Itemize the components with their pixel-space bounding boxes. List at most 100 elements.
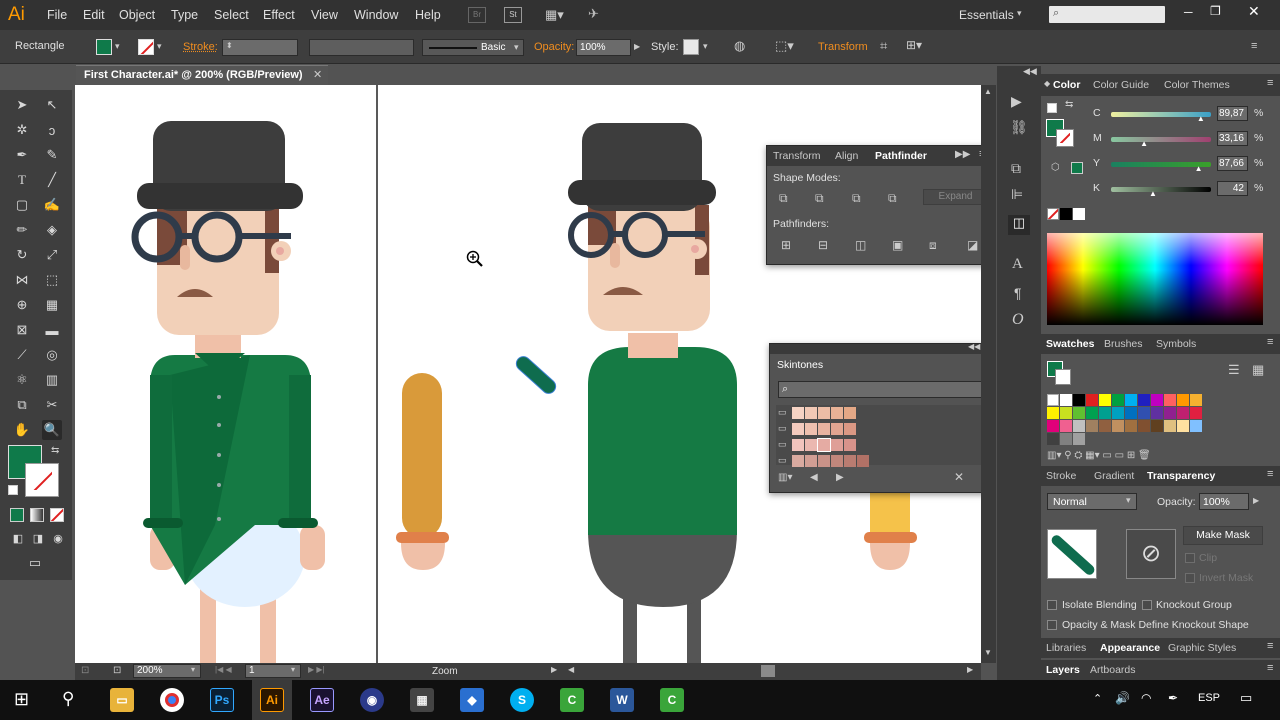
none-mode-icon[interactable] [50, 508, 64, 522]
outline-icon[interactable]: ⧈ [929, 238, 937, 253]
arrange-documents-icon[interactable]: ▦▾ [545, 7, 571, 23]
pen-icon[interactable]: ✒ [1168, 691, 1178, 705]
tab-appearance[interactable]: Appearance [1100, 642, 1160, 654]
color-swatch[interactable] [1151, 394, 1163, 406]
chevron-right-icon[interactable]: ▶ [634, 42, 640, 51]
tab-brushes[interactable]: Brushes [1104, 338, 1143, 350]
variable-width-profile[interactable] [309, 39, 414, 56]
color-swatch[interactable] [1190, 394, 1202, 406]
artboards-icon[interactable]: ⧉ [1011, 160, 1021, 177]
language-indicator[interactable]: ESP [1198, 692, 1220, 704]
color-spectrum[interactable] [1047, 233, 1263, 325]
character-icon[interactable]: A [1012, 256, 1023, 273]
stroke-swatch[interactable] [138, 39, 154, 55]
gradient-mode-icon[interactable] [30, 508, 44, 522]
media-player-icon[interactable]: ◉ [360, 688, 384, 712]
color-swatch[interactable] [1060, 407, 1072, 419]
slider-thumb-icon[interactable]: ▲ [1197, 114, 1205, 123]
hand-tool-icon[interactable]: ✋ [12, 420, 32, 440]
black-swatch[interactable] [1060, 208, 1072, 220]
tab-libraries[interactable]: Libraries [1046, 642, 1086, 654]
exclude-icon[interactable]: ⧉ [888, 191, 897, 206]
trim-icon[interactable]: ⊟ [818, 238, 828, 252]
mask-thumbnail-icon[interactable]: ⊘ [1126, 529, 1176, 579]
list-view-icon[interactable]: ☰ [1228, 362, 1240, 378]
scale-tool-icon[interactable]: ⤢ [42, 245, 62, 265]
color-swatch[interactable] [1190, 407, 1202, 419]
menu-effect[interactable]: Effect [263, 8, 295, 22]
channel-slider-k[interactable] [1111, 187, 1211, 192]
wifi-icon[interactable]: ◠ [1141, 691, 1151, 705]
grid-view-icon[interactable]: ▦ [1252, 362, 1264, 378]
paragraph-icon[interactable]: ¶ [1014, 285, 1022, 301]
blend-mode-select[interactable]: Normal [1047, 493, 1137, 510]
opacity-field[interactable]: 100% [576, 39, 631, 56]
chevron-down-icon[interactable]: ▾ [703, 41, 708, 52]
tab-symbols[interactable]: Symbols [1156, 338, 1196, 350]
document-tab[interactable]: First Character.ai* @ 200% (RGB/Preview)… [76, 65, 328, 85]
direct-selection-tool-icon[interactable]: ↖ [42, 95, 62, 115]
channel-value-y[interactable]: 87,66 [1217, 156, 1248, 171]
color-swatch[interactable] [1177, 394, 1189, 406]
eyedropper-tool-icon[interactable]: ⟋ [12, 345, 32, 365]
swatches-stroke-box[interactable] [1055, 369, 1071, 385]
next-library-icon[interactable]: ▶ [836, 472, 844, 483]
magic-wand-tool-icon[interactable]: ✲ [12, 120, 32, 140]
tab-pathfinder[interactable]: Pathfinder [875, 150, 927, 162]
perspective-grid-tool-icon[interactable]: ▦ [42, 295, 62, 315]
select-similar-icon[interactable]: ⬚▾ [775, 38, 794, 54]
color-swatch[interactable] [1138, 394, 1150, 406]
opacity-label[interactable]: Opacity: [534, 41, 574, 53]
color-stroke-box[interactable] [1056, 129, 1074, 147]
width-tool-icon[interactable]: ⋈ [12, 270, 32, 290]
slider-thumb-icon[interactable]: ▲ [1149, 189, 1157, 198]
slice-tool-icon[interactable]: ✂ [42, 395, 62, 415]
color-swatch[interactable] [1164, 394, 1176, 406]
color-swatch[interactable] [1125, 407, 1137, 419]
camtasia-icon[interactable]: C [560, 688, 584, 712]
tab-align[interactable]: Align [835, 150, 858, 162]
canvas[interactable]: Transform Align Pathfinder ▶▶ ≡ Shape Mo… [75, 85, 981, 663]
close-tab-icon[interactable]: ✕ [313, 68, 322, 81]
scroll-left-icon[interactable]: ◀ [568, 665, 574, 674]
pencil-tool-icon[interactable]: ✏ [12, 220, 32, 240]
share-icon[interactable]: ⊡ [113, 665, 121, 676]
white-swatch[interactable] [1073, 208, 1085, 220]
swatch-libraries-icon[interactable]: ▥▾ [778, 472, 792, 483]
status-menu-icon[interactable]: ▶ [551, 665, 557, 674]
color-swatch[interactable] [1099, 394, 1111, 406]
skype-icon[interactable]: S [510, 688, 534, 712]
free-transform-tool-icon[interactable]: ⬚ [42, 270, 62, 290]
scroll-right-icon[interactable]: ▶ [967, 665, 973, 674]
word-icon[interactable]: W [610, 688, 634, 712]
intersect-icon[interactable]: ⧉ [852, 191, 861, 206]
menu-edit[interactable]: Edit [83, 8, 105, 22]
eraser-tool-icon[interactable]: ◈ [42, 220, 62, 240]
brush-definition[interactable]: Basic ▾ [422, 39, 524, 56]
tab-stroke[interactable]: Stroke [1046, 470, 1076, 482]
color-swatch[interactable] [1138, 420, 1150, 432]
tab-artboards[interactable]: Artboards [1090, 664, 1136, 676]
slider-thumb-icon[interactable]: ▲ [1195, 164, 1203, 173]
swap-colors-icon[interactable]: ⇆ [1065, 99, 1073, 110]
illustrator-icon[interactable]: Ai [260, 688, 284, 712]
collapse-icon[interactable]: ▶▶ [955, 149, 970, 160]
draw-normal-icon[interactable]: ◧ [8, 528, 28, 548]
color-swatch[interactable] [1073, 420, 1085, 432]
screen-mode-icon[interactable]: ▭ [25, 553, 45, 573]
color-swatch[interactable] [1112, 407, 1124, 419]
gamut-swatch[interactable] [1071, 162, 1083, 174]
chrome-icon[interactable] [160, 688, 184, 712]
minus-front-icon[interactable]: ⧉ [815, 191, 824, 206]
skintones-search-input[interactable]: ⌕ [778, 381, 981, 398]
recolor-artwork-icon[interactable]: ◍ [734, 38, 745, 54]
menu-file[interactable]: File [47, 8, 67, 22]
vertical-scrollbar[interactable]: ▲ ▼ [981, 85, 996, 663]
type-tool-icon[interactable]: T [12, 170, 32, 190]
windows-start-icon[interactable]: ⊞ [14, 689, 29, 710]
collapse-icon[interactable]: ◀◀ [1023, 66, 1037, 77]
color-swatch[interactable] [1099, 420, 1111, 432]
stroke-color-box[interactable] [25, 463, 59, 497]
make-mask-button[interactable]: Make Mask [1183, 526, 1263, 545]
out-of-gamut-icon[interactable]: ⬡ [1051, 162, 1060, 173]
